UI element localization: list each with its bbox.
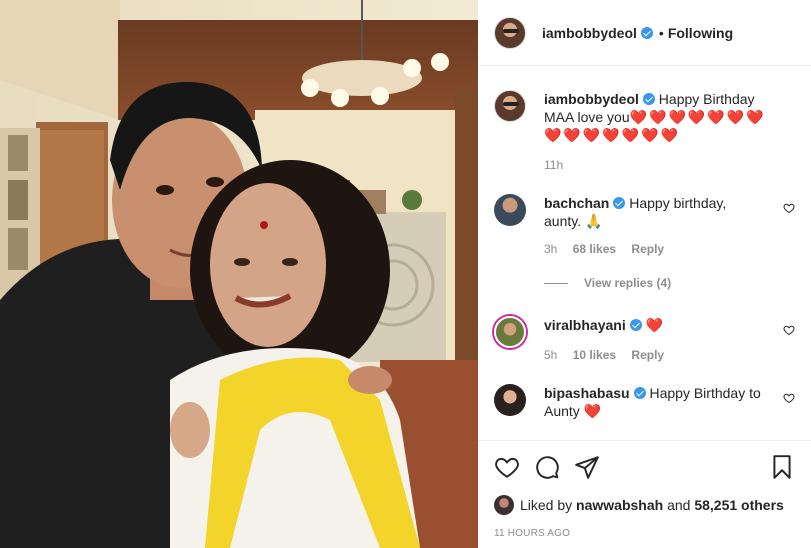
reply-button[interactable]: Reply <box>631 348 664 362</box>
liked-by-and: and <box>667 497 691 513</box>
comment-text: ❤️ <box>645 317 666 333</box>
verified-badge-icon <box>613 197 626 209</box>
separator-dot: • <box>658 24 664 41</box>
post-header: iambobbydeol • Following <box>478 0 811 66</box>
caption-author-avatar[interactable] <box>494 90 526 122</box>
post-sidebar: iambobbydeol • Following iambobbydeol Ha… <box>478 0 811 548</box>
author-username[interactable]: iambobbydeol <box>542 25 637 41</box>
verified-badge-icon <box>640 26 653 39</box>
verified-badge-icon <box>642 93 655 105</box>
liked-by-others[interactable]: 58,251 others <box>694 497 784 513</box>
verified-badge-icon <box>633 387 646 399</box>
reply-button[interactable]: Reply <box>631 242 664 256</box>
comment-time[interactable]: 5h <box>544 348 557 362</box>
comment-time[interactable]: 3h <box>544 242 557 256</box>
commenter-avatar[interactable] <box>494 194 526 226</box>
post-timestamp[interactable]: 11 HOURS AGO <box>494 528 795 539</box>
commenter-avatar[interactable] <box>494 316 526 348</box>
like-heart-icon[interactable] <box>494 454 520 480</box>
view-replies-label: View replies (4) <box>584 276 672 290</box>
post-actions: Liked by nawwabshah and 58,251 others 11… <box>478 440 811 539</box>
like-comment-heart-icon[interactable] <box>783 202 795 214</box>
liked-by-prefix: Liked by <box>520 497 573 513</box>
bookmark-icon[interactable] <box>769 454 795 480</box>
share-paper-plane-icon[interactable] <box>574 454 600 480</box>
commenter-username[interactable]: bipashabasu <box>544 385 630 401</box>
liked-by-username[interactable]: nawwabshah <box>576 497 663 513</box>
following-button[interactable]: Following <box>668 25 733 41</box>
comment-bubble-icon[interactable] <box>534 454 560 480</box>
commenter-avatar[interactable] <box>494 384 526 416</box>
commenter-username[interactable]: bachchan <box>544 195 609 211</box>
likes-summary: Liked by nawwabshah and 58,251 others <box>494 495 795 515</box>
comment-item: bipashabasu Happy Birthday to Aunty ❤️ <box>494 384 795 420</box>
caption: iambobbydeol Happy Birthday MAA love you… <box>494 90 795 172</box>
view-replies-line <box>544 282 568 284</box>
comment-likes[interactable]: 68 likes <box>573 242 616 256</box>
liked-by-avatar[interactable] <box>494 495 514 515</box>
verified-badge-icon <box>629 319 642 331</box>
comment-item: bachchan Happy birthday, aunty. 🙏 3h 68 … <box>494 194 795 256</box>
post-photo[interactable] <box>0 0 478 548</box>
like-comment-heart-icon[interactable] <box>783 324 795 336</box>
like-comment-heart-icon[interactable] <box>783 392 795 404</box>
post-image <box>0 0 478 548</box>
commenter-username[interactable]: viralbhayani <box>544 317 626 333</box>
caption-time[interactable]: 11h <box>544 158 563 172</box>
comment-item: viralbhayani ❤️ 5h 10 likes Reply <box>494 316 795 362</box>
view-replies-button[interactable]: View replies (4) <box>544 276 795 290</box>
author-avatar[interactable] <box>494 16 526 49</box>
comments-section[interactable]: iambobbydeol Happy Birthday MAA love you… <box>478 66 811 440</box>
comment-likes[interactable]: 10 likes <box>573 348 616 362</box>
caption-author-username[interactable]: iambobbydeol <box>544 91 639 107</box>
